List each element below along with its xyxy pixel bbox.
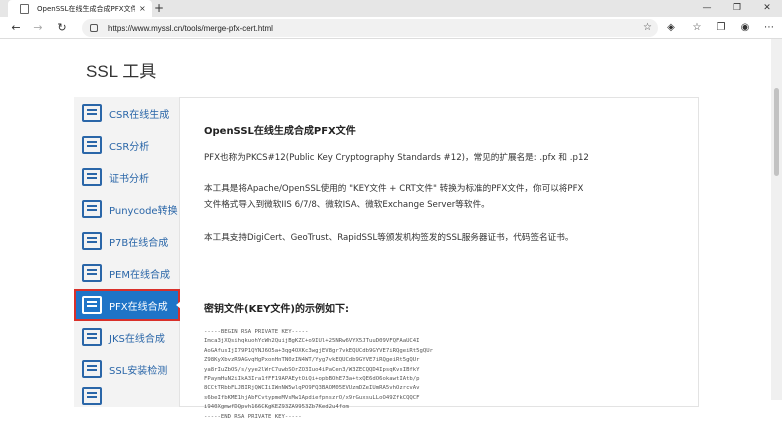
sidebar-item-label: JKS在线合成 [109,333,165,345]
new-tab-button[interactable]: + [152,1,166,15]
tab-strip: OpenSSL在线生成合成PFX文件 × + — ❐ ✕ [0,0,782,17]
code-line: 8CCtTRbbFLJBIRjQWCIiIWnNW5wlqPO9FQ3BAOM0… [204,385,420,392]
code-line: Z98KyXbvzR9AGvqHgPxonHnTN0zIN4WT/Yyg7vkE… [204,357,420,364]
sidebar-item-label: SSL安装检测 [109,365,168,377]
content-heading: OpenSSL在线生成合成PFX文件 [204,126,356,137]
sidebar-item-pfx[interactable]: PFX在线合成 [74,289,181,321]
intro-paragraph: PFX也称为PKCS#12(Public Key Cryptography St… [204,153,589,163]
sidebar-item-label: PEM在线合成 [109,269,170,281]
code-line: FPaymHuN2iIkA3Ira1fFF19APAEytOiQi+opbBOh… [204,376,420,383]
code-line: Imca3jXQsihqkuohYcWh2QuijBgKZC+o9IUl+25N… [204,338,420,345]
code-line: -----END RSA PRIVATE KEY----- [204,413,302,420]
sidebar-item-cert-analysis[interactable]: 证书分析 [74,161,180,193]
shield-icon [82,360,102,378]
sidebar-item-label: 证书分析 [109,173,149,185]
code-line: -----BEGIN RSA PRIVATE KEY----- [204,329,309,335]
code-line: i940XgmwfDQpvh166CKgKEZ93ZA9953Zb7Ked2u4… [204,404,349,411]
favorite-star-icon[interactable]: ☆ [643,22,652,33]
sidebar-item-p7b[interactable]: P7B在线合成 [74,225,180,257]
web-page: SSL 工具 CSR在线生成 CSR分析 证书分析 Punycode转换 P7B… [0,39,771,420]
convert-icon [82,200,102,218]
sidebar-item-partial[interactable] [74,385,180,407]
sidebar-item-label: CSR在线生成 [109,109,170,121]
extension-icon[interactable]: ◈ [664,21,678,35]
lock-icon [90,24,98,32]
profile-icon[interactable]: ◉ [738,21,752,35]
tab-title: OpenSSL在线生成合成PFX文件 [37,4,135,13]
sidebar-item-ssl-check[interactable]: SSL安装检测 [74,353,180,385]
description-line-2: 文件格式导入到微软IIS 6/7/8、微软ISA、微软Exchange Serv… [204,200,490,210]
url-text[interactable]: https://www.myssl.cn/tools/merge-pfx-cer… [108,24,273,33]
tab-close-icon[interactable]: × [139,4,146,13]
code-line: AoGAfusIjI79P1QYNJ6O5a+3qg4OXKc3wgjEV8gr… [204,347,434,354]
restore-button[interactable]: ❐ [722,0,752,17]
key-sample-heading: 密钥文件(KEY文件)的示例如下: [204,304,349,315]
address-bar[interactable]: https://www.myssl.cn/tools/merge-pfx-cer… [82,19,658,37]
check-window-icon [82,104,102,122]
key-sample-code: -----BEGIN RSA PRIVATE KEY----- Imca3jXQs… [204,328,433,422]
browser-tab[interactable]: OpenSSL在线生成合成PFX文件 × [8,0,152,17]
favorites-icon[interactable]: ☆ [690,21,704,35]
sidebar-item-pem[interactable]: PEM在线合成 [74,257,180,289]
address-toolbar: ← → ↻ https://www.myssl.cn/tools/merge-p… [0,17,782,39]
sidebar-item-jks[interactable]: JKS在线合成 [74,321,180,353]
active-caret-icon [176,301,181,309]
page-title: SSL 工具 [86,62,157,81]
back-button[interactable]: ← [8,20,24,36]
support-paragraph: 本工具支持DigiCert、GeoTrust、RapidSSL等颁发机构签发的S… [204,233,574,243]
collections-icon[interactable]: ❐ [714,21,728,35]
sidebar-item-label: PFX在线合成 [109,301,168,313]
close-window-button[interactable]: ✕ [752,0,782,17]
globe-icon [82,387,102,405]
code-line: s6beIfbKME1hjAbFCvtypmeMVsMw1Apdiefpnszr… [204,394,420,401]
sidebar-item-csr-generate[interactable]: CSR在线生成 [74,97,180,129]
more-menu-icon[interactable]: ⋯ [762,21,776,35]
browser-window: OpenSSL在线生成合成PFX文件 × + — ❐ ✕ ← → ↻ https… [0,0,782,420]
sidebar: CSR在线生成 CSR分析 证书分析 Punycode转换 P7B在线合成 PE… [74,97,181,407]
sidebar-item-label: P7B在线合成 [109,237,169,249]
sidebar-item-punycode[interactable]: Punycode转换 [74,193,180,225]
certificate-icon [82,168,102,186]
forward-button[interactable]: → [30,20,46,36]
merge-icon [82,296,102,314]
document-icon [82,136,102,154]
refresh-button[interactable]: ↻ [54,20,70,36]
code-line: ya8rIuZbOS/s/yye2lWrC7uwbSOrZO3Iuo4iPaCe… [204,366,420,373]
merge-icon [82,264,102,282]
sidebar-item-csr-analysis[interactable]: CSR分析 [74,129,180,161]
description-line-1: 本工具是将Apache/OpenSSL使用的 "KEY文件 + CRT文件" 转… [204,184,584,194]
scrollbar-thumb[interactable] [774,88,779,176]
merge-icon [82,232,102,250]
sidebar-item-label: CSR分析 [109,141,150,153]
merge-icon [82,328,102,346]
sidebar-item-label: Punycode转换 [109,205,178,217]
page-favicon-icon [20,3,29,14]
minimize-button[interactable]: — [692,0,722,17]
